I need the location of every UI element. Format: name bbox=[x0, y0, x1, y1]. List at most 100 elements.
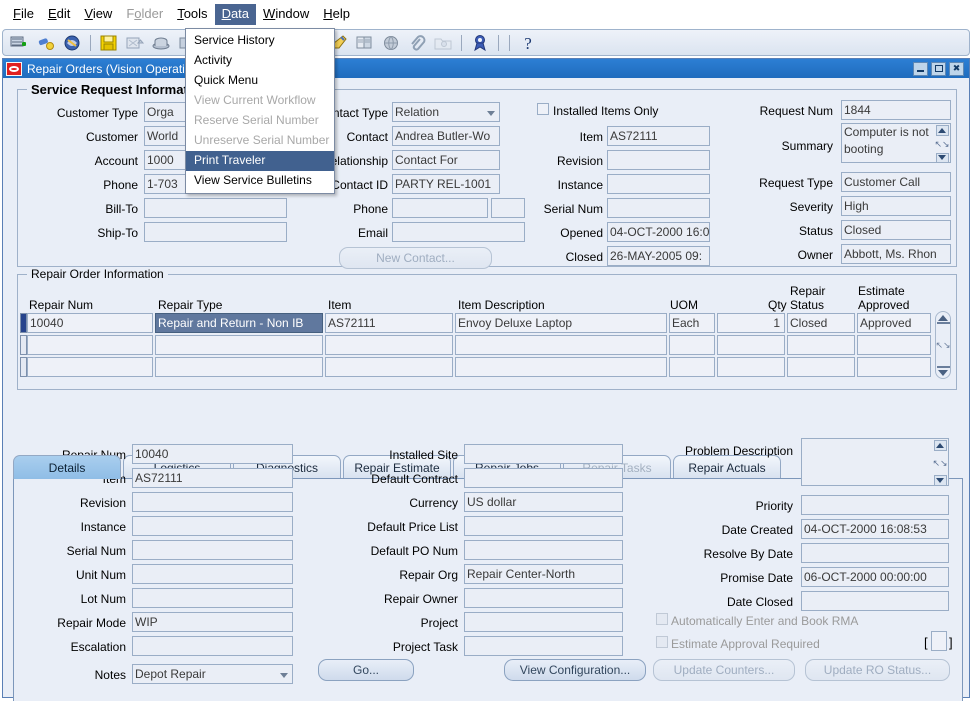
go-button[interactable]: Go... bbox=[318, 659, 414, 681]
menu-window[interactable]: Window bbox=[256, 4, 316, 25]
cell-repair-type[interactable] bbox=[155, 335, 323, 355]
field-request-type[interactable]: Customer Call bbox=[841, 172, 951, 192]
menu-file[interactable]: File bbox=[6, 4, 41, 25]
field-currency[interactable]: US dollar bbox=[464, 492, 623, 512]
summary-scroll-down-icon[interactable] bbox=[935, 152, 949, 162]
field-problem-description[interactable]: ↖↘ bbox=[801, 438, 949, 486]
summary-scroll-up-icon[interactable] bbox=[935, 125, 949, 136]
cell-qty[interactable]: 1 bbox=[717, 313, 785, 333]
repair-order-table-scrollbar[interactable]: ↖↘ bbox=[935, 311, 951, 379]
field-closed[interactable]: 26-MAY-2005 09: bbox=[607, 246, 710, 266]
menu-item-view-service-bulletins[interactable]: View Service Bulletins bbox=[186, 171, 334, 191]
row-indicator[interactable] bbox=[20, 335, 27, 355]
problem-description-resize-grip-icon[interactable]: ↖↘ bbox=[932, 455, 947, 472]
field-detail-instance[interactable] bbox=[132, 516, 293, 536]
field-detail-revision[interactable] bbox=[132, 492, 293, 512]
field-default-contract[interactable] bbox=[464, 468, 623, 488]
field-repair-org[interactable]: Repair Center-North bbox=[464, 564, 623, 584]
row-indicator[interactable] bbox=[20, 313, 27, 333]
installed-items-only-checkbox[interactable] bbox=[537, 103, 549, 115]
next-step-icon[interactable] bbox=[123, 32, 147, 54]
help-icon[interactable]: ? bbox=[516, 32, 540, 54]
summary-scrollbar[interactable]: ↖↘ bbox=[934, 125, 950, 162]
zoom-icon[interactable] bbox=[353, 32, 377, 54]
cell-uom[interactable]: Each bbox=[669, 313, 715, 333]
cell-repair-status[interactable]: Closed bbox=[787, 313, 855, 333]
cell-uom[interactable] bbox=[669, 335, 715, 355]
field-priority[interactable] bbox=[801, 495, 949, 515]
maximize-button[interactable] bbox=[931, 61, 946, 76]
cell-repair-type[interactable]: Repair and Return - Non IB bbox=[155, 313, 323, 333]
cell-item[interactable] bbox=[325, 357, 453, 377]
row-indicator[interactable] bbox=[20, 357, 27, 377]
field-detail-item[interactable]: AS72111 bbox=[132, 468, 293, 488]
close-button[interactable]: ✖ bbox=[949, 61, 964, 76]
field-serial-num[interactable] bbox=[607, 198, 710, 218]
cell-repair-type[interactable] bbox=[155, 357, 323, 377]
view-configuration-button[interactable]: View Configuration... bbox=[504, 659, 646, 681]
problem-description-scroll-down-icon[interactable] bbox=[933, 475, 947, 485]
cell-uom[interactable] bbox=[669, 357, 715, 377]
field-date-closed[interactable] bbox=[801, 591, 949, 611]
cell-estimate-approved[interactable] bbox=[857, 357, 931, 377]
cell-estimate-approved[interactable]: Approved bbox=[857, 313, 931, 333]
menu-view[interactable]: View bbox=[77, 4, 119, 25]
minimize-button[interactable] bbox=[913, 61, 928, 76]
field-item[interactable]: AS72111 bbox=[607, 126, 710, 146]
save-icon[interactable] bbox=[97, 32, 121, 54]
summary-resize-grip-icon[interactable]: ↖↘ bbox=[934, 136, 949, 153]
cell-repair-num[interactable]: 10040 bbox=[27, 313, 153, 333]
attachments-icon[interactable] bbox=[405, 32, 429, 54]
new-record-icon[interactable] bbox=[8, 32, 32, 54]
field-contact-type[interactable]: Relation bbox=[392, 102, 500, 122]
cell-estimate-approved[interactable] bbox=[857, 335, 931, 355]
menu-tools[interactable]: Tools bbox=[170, 4, 214, 25]
cell-qty[interactable] bbox=[717, 335, 785, 355]
field-resolve-by-date[interactable] bbox=[801, 543, 949, 563]
field-default-po-num[interactable] bbox=[464, 540, 623, 560]
field-bill-to[interactable] bbox=[144, 198, 287, 218]
menu-edit[interactable]: Edit bbox=[41, 4, 77, 25]
cell-repair-status[interactable] bbox=[787, 335, 855, 355]
menu-help[interactable]: Help bbox=[316, 4, 357, 25]
field-detail-repair-num[interactable]: 10040 bbox=[132, 444, 293, 464]
cell-repair-num[interactable] bbox=[27, 335, 153, 355]
cell-item[interactable]: AS72111 bbox=[325, 313, 453, 333]
field-detail-lot-num[interactable] bbox=[132, 588, 293, 608]
field-detail-escalation[interactable] bbox=[132, 636, 293, 656]
scroll-thumb[interactable]: ↖↘ bbox=[935, 324, 950, 366]
print-icon[interactable] bbox=[149, 32, 173, 54]
show-navigator-icon[interactable] bbox=[60, 32, 84, 54]
cell-item-description[interactable] bbox=[455, 335, 667, 355]
menu-data[interactable]: Data bbox=[214, 3, 257, 25]
descriptive-flexfield-box[interactable] bbox=[931, 631, 947, 651]
field-project-task[interactable] bbox=[464, 636, 623, 656]
menu-item-service-history[interactable]: Service History bbox=[186, 31, 334, 51]
window-help-icon[interactable] bbox=[468, 32, 492, 54]
cell-item[interactable] bbox=[325, 335, 453, 355]
field-repair-owner[interactable] bbox=[464, 588, 623, 608]
tab-repair-actuals[interactable]: Repair Actuals bbox=[673, 455, 781, 479]
field-detail-notes[interactable]: Depot Repair bbox=[132, 664, 293, 684]
find-icon[interactable] bbox=[34, 32, 58, 54]
field-default-price-list[interactable] bbox=[464, 516, 623, 536]
translations-icon[interactable] bbox=[379, 32, 403, 54]
field-promise-date[interactable]: 06-OCT-2000 00:00:00 bbox=[801, 567, 949, 587]
scroll-down-icon[interactable] bbox=[937, 368, 949, 377]
field-request-num[interactable]: 1844 bbox=[841, 100, 951, 120]
field-summary[interactable]: Computer is not booting ↖↘ bbox=[841, 123, 951, 163]
menu-item-print-traveler[interactable]: Print Traveler bbox=[186, 151, 334, 171]
field-opened[interactable]: 04-OCT-2000 16:0 bbox=[607, 222, 710, 242]
problem-description-scrollbar[interactable]: ↖↘ bbox=[932, 440, 948, 485]
cell-item-description[interactable] bbox=[455, 357, 667, 377]
cell-item-description[interactable]: Envoy Deluxe Laptop bbox=[455, 313, 667, 333]
field-severity[interactable]: High bbox=[841, 196, 951, 216]
field-detail-serial-num[interactable] bbox=[132, 540, 293, 560]
field-installed-site[interactable] bbox=[464, 444, 623, 464]
menu-item-activity[interactable]: Activity bbox=[186, 51, 334, 71]
tab-details[interactable]: Details bbox=[13, 455, 121, 479]
field-owner[interactable]: Abbott, Ms. Rhon bbox=[841, 244, 951, 264]
scroll-up-icon[interactable] bbox=[937, 313, 949, 322]
field-ship-to[interactable] bbox=[144, 222, 287, 242]
problem-description-scroll-up-icon[interactable] bbox=[933, 440, 947, 451]
